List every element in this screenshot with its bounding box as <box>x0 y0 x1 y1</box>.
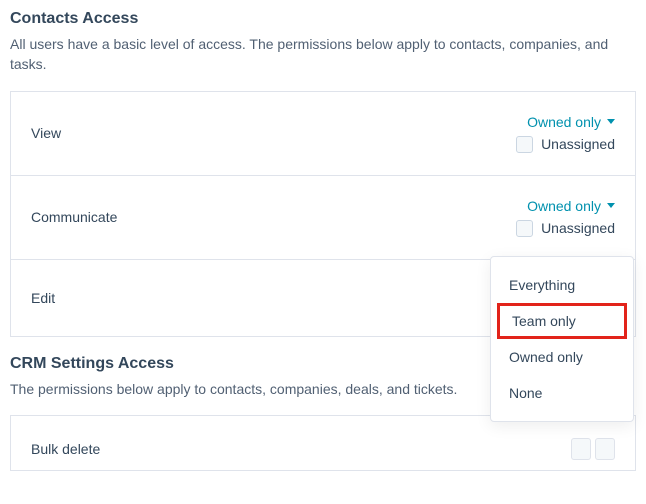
toggle-segment <box>571 438 591 460</box>
view-unassigned-label: Unassigned <box>541 136 615 152</box>
perm-row-bulk-delete: Bulk delete <box>11 416 635 470</box>
view-scope-value: Owned only <box>527 114 601 130</box>
crm-settings-block: Bulk delete <box>10 415 636 471</box>
bulk-delete-toggle[interactable] <box>571 438 615 460</box>
dropdown-option-everything[interactable]: Everything <box>491 267 633 303</box>
perm-row-communicate: Communicate Owned only Unassigned <box>11 176 635 260</box>
communicate-scope-value: Owned only <box>527 198 601 214</box>
perm-label-bulk-delete: Bulk delete <box>31 441 100 457</box>
communicate-scope-dropdown[interactable]: Owned only <box>527 198 615 214</box>
dropdown-option-none[interactable]: None <box>491 375 633 411</box>
contacts-access-title: Contacts Access <box>10 10 646 28</box>
checkbox-icon <box>516 220 533 237</box>
contacts-access-desc: All users have a basic level of access. … <box>10 34 636 75</box>
perm-label-edit: Edit <box>31 290 55 306</box>
scope-dropdown-menu: Everything Team only Owned only None <box>490 256 634 422</box>
chevron-down-icon <box>607 119 615 124</box>
perm-row-view: View Owned only Unassigned <box>11 92 635 176</box>
communicate-unassigned-checkbox[interactable]: Unassigned <box>516 220 615 237</box>
view-scope-dropdown[interactable]: Owned only <box>527 114 615 130</box>
dropdown-option-owned-only[interactable]: Owned only <box>491 339 633 375</box>
toggle-segment <box>595 438 615 460</box>
perm-label-communicate: Communicate <box>31 209 117 225</box>
perm-label-view: View <box>31 125 61 141</box>
checkbox-icon <box>516 136 533 153</box>
dropdown-option-team-only[interactable]: Team only <box>497 303 627 339</box>
communicate-unassigned-label: Unassigned <box>541 220 615 236</box>
chevron-down-icon <box>607 203 615 208</box>
view-unassigned-checkbox[interactable]: Unassigned <box>516 136 615 153</box>
